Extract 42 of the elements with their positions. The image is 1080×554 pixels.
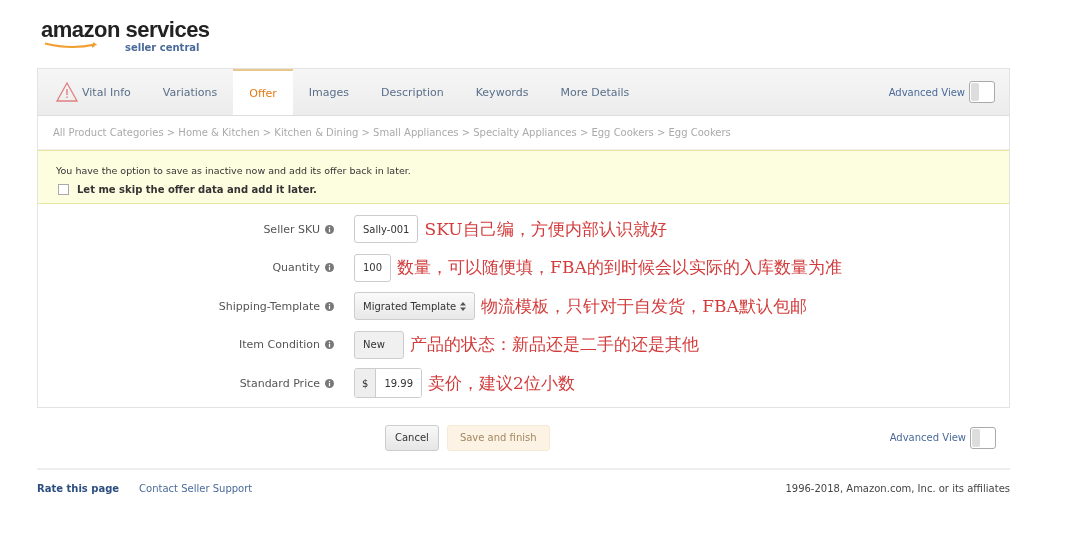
field-label: Seller SKU	[263, 222, 320, 236]
text-input[interactable]: Sally-001	[354, 215, 419, 244]
cancel-button[interactable]: Cancel	[385, 424, 439, 451]
logo-wordmark: amazon services	[41, 18, 210, 42]
currency-prefix: $	[355, 369, 377, 398]
tab[interactable]: Description	[365, 69, 460, 115]
tab[interactable]: Offer	[233, 69, 293, 115]
tab[interactable]: More Details	[544, 69, 646, 115]
info-icon[interactable]	[325, 263, 334, 273]
price-input[interactable]: $ 19.99	[354, 368, 422, 399]
checkbox[interactable]	[58, 184, 69, 195]
condition-select[interactable]: New	[354, 330, 404, 359]
info-icon[interactable]	[325, 301, 334, 311]
template-select[interactable]: Migrated Template	[354, 292, 476, 321]
info-icon[interactable]	[325, 340, 334, 350]
tab[interactable]: Images	[292, 69, 366, 115]
notice-text: You have the option to save as inactive now and add its offer back in later.	[56, 165, 412, 176]
field-label: Standard Price	[239, 376, 320, 390]
annotation-text: 数量，可以随便填，FBA的到时候会以实际的入库数量为准	[397, 256, 842, 280]
tab[interactable]: Vital Info	[40, 69, 147, 115]
footer-link[interactable]: Rate this page	[37, 483, 120, 494]
tab[interactable]: Keywords	[459, 69, 545, 115]
field-label: Shipping-Template	[218, 299, 320, 313]
annotation-text: 产品的状态：新品还是二手的还是其他	[410, 333, 699, 357]
copyright-text: 1996-2018, Amazon.com, Inc. or its affiliates	[785, 483, 1010, 494]
logo-subtitle: seller central	[125, 42, 200, 54]
advanced-view-toggle[interactable]	[970, 426, 996, 449]
advanced-view-toggle[interactable]	[969, 81, 995, 103]
info-icon[interactable]	[325, 378, 334, 388]
field-label: Quantity	[272, 261, 320, 275]
sort-caret-icon	[460, 301, 467, 311]
checkbox-label: Let me skip the offer data and add it later.	[77, 184, 317, 195]
text-input[interactable]: 100	[354, 253, 392, 282]
info-icon[interactable]	[325, 224, 334, 234]
annotation-text: 物流模板，只针对于自发货，FBA默认包邮	[481, 294, 807, 318]
advanced-view-label: Advanced View	[888, 86, 965, 98]
annotation-text: 卖价，建议2位小数	[428, 371, 575, 395]
annotation-text: SKU自己编，方便内部认识就好	[424, 217, 667, 241]
advanced-view-label: Advanced View	[889, 432, 966, 443]
footer-link[interactable]: Contact Seller Support	[139, 483, 253, 494]
field-label: Item Condition	[238, 338, 320, 352]
tab[interactable]: Variations	[146, 69, 234, 115]
